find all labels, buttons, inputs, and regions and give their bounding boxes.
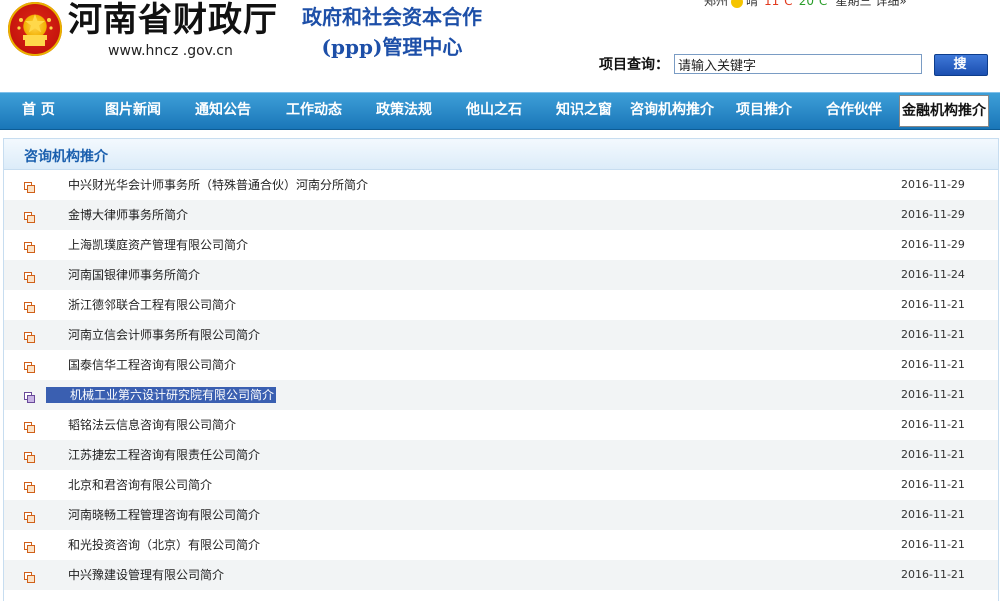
- weather-detail-link[interactable]: 详细»: [875, 0, 906, 8]
- main-nav: 首 页 图片新闻 通知公告 工作动态 政策法规 他山之石 知识之窗 咨询机构推介…: [0, 92, 1000, 130]
- weather-condition: 晴: [746, 0, 759, 8]
- site-url: www.hncz .gov.cn: [108, 43, 233, 59]
- center-title-line1: 政府和社会资本合作: [302, 5, 482, 29]
- list-item-date: 2016-11-21: [901, 358, 965, 371]
- document-icon: [24, 478, 35, 493]
- nav-item-work-news[interactable]: 工作动态: [286, 93, 342, 129]
- list-item[interactable]: 浙江德邻联合工程有限公司简介 2016-11-21: [4, 290, 998, 320]
- list-item-title-link[interactable]: 韬铭法云信息咨询有限公司简介: [68, 417, 236, 433]
- list-item[interactable]: 国泰信华工程咨询有限公司简介 2016-11-21: [4, 350, 998, 380]
- weather-bar: 郑州 晴 11℃ 20℃ 星期三 详细»: [704, 0, 907, 8]
- list-item-title-link[interactable]: 国泰信华工程咨询有限公司简介: [68, 357, 236, 373]
- national-emblem-icon: [8, 2, 62, 56]
- list-item[interactable]: 韬铭法云信息咨询有限公司简介 2016-11-21: [4, 410, 998, 440]
- list-item-title-link[interactable]: 北京和君咨询有限公司简介: [68, 477, 212, 493]
- document-icon: [24, 358, 35, 373]
- list-item[interactable]: 河南立信会计师事务所有限公司简介 2016-11-21: [4, 320, 998, 350]
- document-icon: [24, 268, 35, 283]
- content-panel: 咨询机构推介 中兴财光华会计师事务所（特殊普通合伙）河南分所简介 2016-11-…: [3, 138, 999, 601]
- list-item-date: 2016-11-21: [901, 508, 965, 521]
- list-item[interactable]: 北京和君咨询有限公司简介 2016-11-21: [4, 470, 998, 500]
- list-item-date: 2016-11-21: [901, 448, 965, 461]
- list-item-title-link[interactable]: 河南立信会计师事务所有限公司简介: [68, 327, 260, 343]
- nav-item-finance[interactable]: 金融机构推介: [899, 95, 989, 127]
- list-item[interactable]: 中兴豫建设管理有限公司简介 2016-11-21: [4, 560, 998, 590]
- list-item-date: 2016-11-21: [901, 478, 965, 491]
- list-item-date: 2016-11-29: [901, 208, 965, 221]
- center-title-line2: (ppp)管理中心: [321, 35, 463, 59]
- list-item-date: 2016-11-29: [901, 238, 965, 251]
- panel-title: 咨询机构推介: [24, 149, 108, 165]
- document-icon: [24, 388, 35, 403]
- list-item-title-link[interactable]: 河南国银律师事务所简介: [68, 267, 200, 283]
- weather-high: 11℃: [764, 0, 793, 8]
- list-item-date: 2016-11-24: [901, 268, 965, 281]
- weather-low: 20℃: [798, 0, 828, 8]
- list-item-title-link[interactable]: 河南晓畅工程管理咨询有限公司简介: [68, 507, 260, 523]
- nav-item-knowledge[interactable]: 知识之窗: [556, 93, 612, 129]
- document-icon: [24, 568, 35, 583]
- list-item-date: 2016-11-21: [901, 298, 965, 311]
- nav-item-other-stones[interactable]: 他山之石: [466, 93, 522, 129]
- list-item-title-link[interactable]: 机械工业第六设计研究院有限公司简介: [46, 387, 277, 403]
- nav-item-policies[interactable]: 政策法规: [376, 93, 432, 129]
- nav-item-partners[interactable]: 合作伙伴: [826, 93, 882, 129]
- document-icon: [24, 178, 35, 193]
- document-icon: [24, 328, 35, 343]
- list-item-title-link[interactable]: 上海凯璞庭资产管理有限公司简介: [68, 237, 248, 253]
- search-label: 项目查询：: [599, 57, 669, 73]
- search-button[interactable]: 搜 索: [934, 54, 988, 92]
- list-item-title-link[interactable]: 中兴豫建设管理有限公司简介: [68, 567, 224, 583]
- weather-city: 郑州: [704, 0, 729, 8]
- list-item[interactable]: 河南国银律师事务所简介 2016-11-24: [4, 260, 998, 290]
- list-item-date: 2016-11-21: [901, 538, 965, 551]
- sun-icon: [731, 0, 744, 8]
- nav-item-projects[interactable]: 项目推介: [736, 93, 792, 129]
- list-item[interactable]: 和光投资咨询（北京）有限公司简介 2016-11-21: [4, 530, 998, 560]
- document-icon: [24, 418, 35, 433]
- center-title: 政府和社会资本合作 (ppp)管理中心: [287, 2, 497, 62]
- list-item[interactable]: 河南晓畅工程管理咨询有限公司简介 2016-11-21: [4, 500, 998, 530]
- list-item[interactable]: 上海凯璞庭资产管理有限公司简介 2016-11-29: [4, 230, 998, 260]
- list-item-title-link[interactable]: 浙江德邻联合工程有限公司简介: [68, 297, 236, 313]
- document-icon: [24, 298, 35, 313]
- document-icon: [24, 538, 35, 553]
- weather-day: 星期三: [835, 0, 872, 8]
- list-item[interactable]: 中兴财光华会计师事务所（特殊普通合伙）河南分所简介 2016-11-29: [4, 170, 998, 200]
- list-item-date: 2016-11-21: [901, 568, 965, 581]
- site-header: 河南省财政厅 www.hncz .gov.cn 政府和社会资本合作 (ppp)管…: [0, 0, 1000, 92]
- list-item[interactable]: 金博大律师事务所简介 2016-11-29: [4, 200, 998, 230]
- search-input[interactable]: [674, 54, 922, 74]
- list-item-date: 2016-11-21: [901, 328, 965, 341]
- document-icon: [24, 448, 35, 463]
- document-icon: [24, 208, 35, 223]
- list-item-title-link[interactable]: 和光投资咨询（北京）有限公司简介: [68, 537, 260, 553]
- list-item[interactable]: 江苏捷宏工程咨询有限责任公司简介 2016-11-21: [4, 440, 998, 470]
- list-item-title-link[interactable]: 中兴财光华会计师事务所（特殊普通合伙）河南分所简介: [68, 177, 368, 193]
- list-item-date: 2016-11-21: [901, 388, 965, 401]
- list-item-title-link[interactable]: 金博大律师事务所简介: [68, 207, 188, 223]
- list-item-date: 2016-11-29: [901, 178, 965, 191]
- list-item-date: 2016-11-21: [901, 418, 965, 431]
- list-item[interactable]: 机械工业第六设计研究院有限公司简介 2016-11-21: [4, 380, 998, 410]
- document-icon: [24, 238, 35, 253]
- nav-item-photo-news[interactable]: 图片新闻: [105, 93, 161, 129]
- nav-item-home[interactable]: 首 页: [22, 93, 55, 129]
- nav-item-consulting[interactable]: 咨询机构推介: [630, 93, 714, 129]
- nav-item-notices[interactable]: 通知公告: [195, 93, 251, 129]
- document-icon: [24, 508, 35, 523]
- site-name: 河南省财政厅: [68, 0, 278, 40]
- panel-header: 咨询机构推介: [4, 139, 998, 170]
- list-item-title-link[interactable]: 江苏捷宏工程咨询有限责任公司简介: [68, 447, 260, 463]
